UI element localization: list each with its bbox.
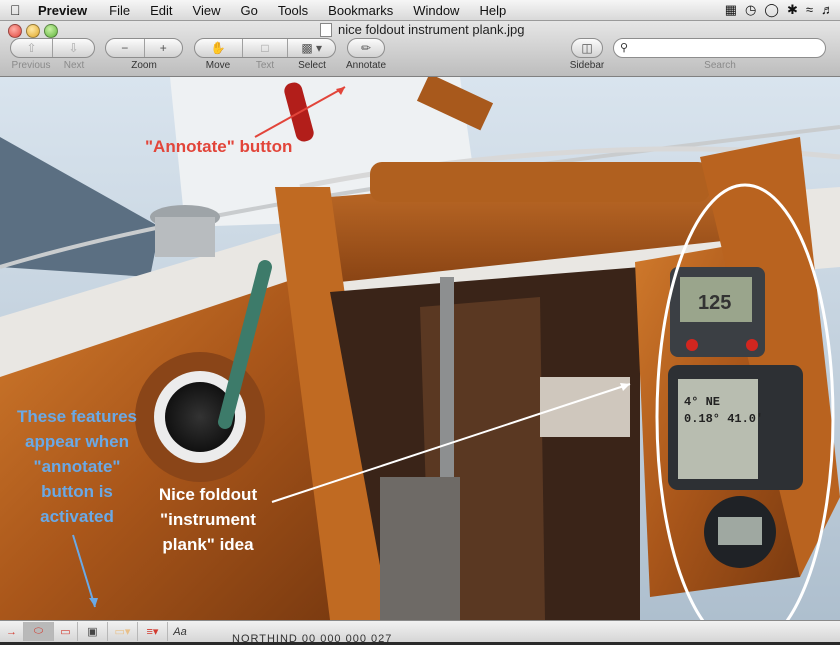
zoom-in-button[interactable]: + (145, 39, 183, 57)
menu-tools[interactable]: Tools (278, 3, 308, 18)
bluetooth-icon[interactable]: ✱ (787, 2, 798, 18)
menu-file[interactable]: File (109, 3, 130, 18)
menu-help[interactable]: Help (479, 3, 506, 18)
depth-screen (718, 517, 762, 545)
font-label: Aa (173, 625, 187, 638)
app-menu[interactable]: Preview (38, 3, 87, 18)
document-icon (320, 22, 332, 37)
search-field[interactable]: ⚲ (613, 38, 826, 58)
fill-color-button[interactable]: ▭▾ (108, 622, 138, 641)
line-style-button[interactable]: ≡▾ (138, 622, 168, 641)
window-title-text: nice foldout instrument plank.jpg (338, 22, 525, 37)
text-tool-button[interactable]: □ (243, 39, 289, 57)
next-label: Next (63, 60, 85, 71)
photo-canvas[interactable]: 125 4° NE 0.18° 41.0' "Annotate" button … (0, 77, 840, 620)
tool-mode-control: ✋ □ ▩ ▾ (194, 38, 336, 58)
line-style-icon: ≡▾ (146, 626, 159, 638)
cropped-document-text: NORTHIND 00 000 000 027 (232, 633, 393, 645)
menu-edit[interactable]: Edit (150, 3, 172, 18)
features-note-line: activated (40, 507, 114, 526)
previous-button[interactable]: ⇧ (11, 39, 53, 57)
text-select-icon: □ (261, 41, 269, 55)
move-tool-button[interactable]: ✋ (195, 39, 243, 57)
select-label: Select (298, 60, 326, 71)
oval-icon: ⬭ (33, 625, 44, 637)
arrow-down-icon: ⇩ (68, 41, 79, 55)
rectangle-icon: ▭ (60, 626, 71, 638)
pencil-icon: ✏ (360, 41, 372, 55)
stove (380, 477, 460, 620)
annotate-button-note: "Annotate" button (145, 137, 293, 156)
autopilot-red-button (686, 339, 698, 351)
features-note-line: "annotate" (33, 457, 121, 476)
features-note-line: These features (17, 407, 137, 426)
menu-go[interactable]: Go (240, 3, 257, 18)
zoom-window-button[interactable] (44, 24, 58, 38)
menu-window[interactable]: Window (413, 3, 459, 18)
menu-bookmarks[interactable]: Bookmarks (328, 3, 393, 18)
search-label: Search (704, 60, 736, 71)
close-window-button[interactable] (8, 24, 22, 38)
annotate-button[interactable]: ✏ (347, 38, 385, 58)
color-swatch-icon: ▭▾ (114, 626, 131, 638)
search-icon: ⚲ (620, 42, 629, 54)
berth-pillow (540, 377, 630, 437)
features-note-line: button is (41, 482, 113, 501)
features-note-line: appear when (25, 432, 129, 451)
oval-tool-button[interactable]: ⬭ (24, 622, 54, 641)
minimize-window-button[interactable] (26, 24, 40, 38)
font-button[interactable]: Aa (168, 622, 192, 641)
wifi-icon[interactable]: ≈ (806, 2, 813, 18)
zoom-control: − + (105, 38, 183, 58)
boat-photo: 125 4° NE 0.18° 41.0' (0, 77, 840, 620)
arrow-right-icon: → (6, 625, 17, 638)
annotate-toolbar: → ⬭ ▭ ▣ ▭▾ ≡▾ Aa (0, 620, 840, 642)
window-toolbar: nice foldout instrument plank.jpg ⇧ ⇩ Pr… (0, 21, 840, 77)
zoom-out-button[interactable]: − (106, 39, 145, 57)
autopilot-red-button-2 (746, 339, 758, 351)
grid-icon[interactable]: ▦ (725, 2, 737, 18)
annotate-label: Annotate (345, 60, 387, 71)
plank-note-line: plank" idea (162, 535, 254, 554)
text-box-icon: ▣ (87, 626, 98, 638)
arrow-up-icon: ⇧ (26, 41, 37, 55)
gps-screen (678, 379, 758, 479)
sidebar-icon: ◫ (581, 41, 593, 55)
text-label: Text (255, 60, 275, 71)
plank-note: Nice foldout "instrument plank" idea (138, 482, 278, 557)
chat-icon[interactable]: ◯ (764, 2, 779, 18)
features-note: These features appear when "annotate" bu… (2, 404, 152, 529)
hatch-cover (370, 162, 710, 202)
arrow-tool-button[interactable]: → (0, 622, 24, 641)
status-icons: ▦ ◷ ◯ ✱ ≈ ♬ (725, 2, 834, 18)
winch-drum (155, 217, 215, 257)
menu-bar:  Preview File Edit View Go Tools Bookma… (0, 0, 840, 21)
zoom-label: Zoom (131, 60, 157, 71)
plank-note-line: Nice foldout (158, 485, 258, 504)
gps-line-1: 4° NE (684, 395, 720, 409)
minus-icon: − (121, 41, 129, 55)
plus-icon: + (159, 41, 167, 55)
select-tool-button[interactable]: ▩ ▾ (288, 39, 335, 57)
autopilot-readout: 125 (698, 292, 731, 314)
text-box-tool-button[interactable]: ▣ (78, 622, 108, 641)
time-machine-icon[interactable]: ◷ (745, 2, 756, 18)
menu-view[interactable]: View (193, 3, 221, 18)
volume-icon[interactable]: ♬ (821, 2, 834, 18)
next-button[interactable]: ⇩ (53, 39, 94, 57)
window-title: nice foldout instrument plank.jpg (320, 22, 524, 37)
hand-icon: ✋ (210, 41, 226, 55)
sidebar-button[interactable]: ◫ (571, 38, 603, 58)
prev-next-control: ⇧ ⇩ (10, 38, 95, 58)
rectangle-tool-button[interactable]: ▭ (54, 622, 78, 641)
apple-menu-icon[interactable]:  (10, 2, 30, 18)
plank-note-line: "instrument (160, 510, 256, 529)
marquee-icon: ▩ ▾ (301, 41, 323, 55)
move-label: Move (205, 60, 231, 71)
gps-line-2: 0.18° 41.0' (684, 412, 763, 426)
sidebar-label: Sidebar (569, 60, 605, 71)
previous-label: Previous (11, 60, 51, 71)
